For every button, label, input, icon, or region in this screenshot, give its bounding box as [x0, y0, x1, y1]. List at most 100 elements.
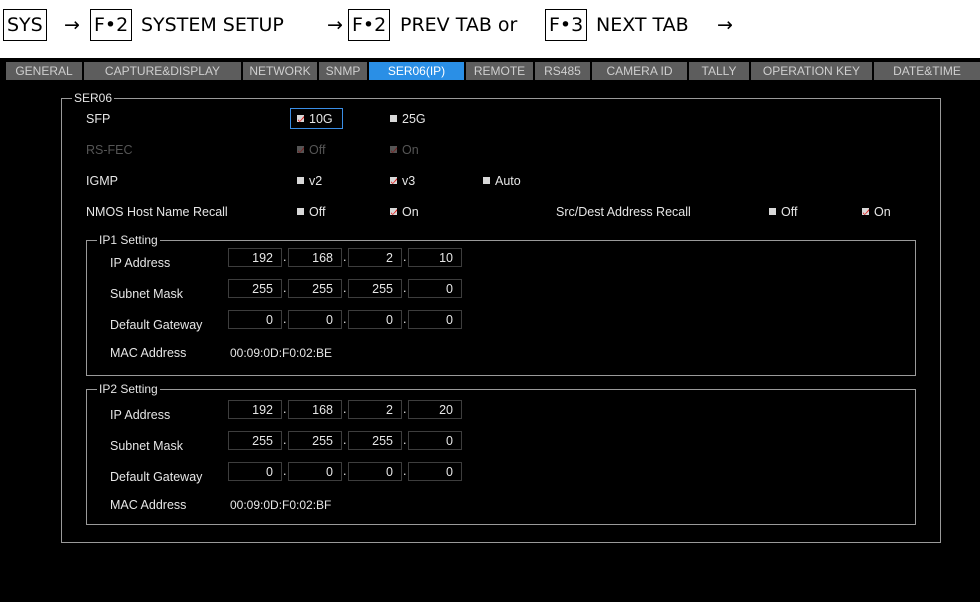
src-dest-address-recall-label: Src/Dest Address Recall — [556, 205, 691, 219]
unchecked-icon — [483, 177, 490, 184]
arrow-icon: → — [64, 14, 80, 36]
ip1-ip-octet-3[interactable]: 2 — [348, 248, 402, 267]
octet-dot: . — [283, 464, 287, 478]
prev-tab-label: PREV TAB or — [400, 14, 518, 36]
nmos-option-off[interactable]: Off — [297, 204, 325, 220]
ip1-gateway-octet-1[interactable]: 0 — [228, 310, 282, 329]
nmos-host-name-recall-label: NMOS Host Name Recall — [86, 205, 228, 219]
checked-icon — [297, 146, 304, 153]
srcdest-option-on[interactable]: On — [862, 204, 891, 220]
tab-network[interactable]: NETWORK — [243, 62, 317, 80]
ip1-subnet-octet-4[interactable]: 0 — [408, 279, 462, 298]
ip1-ip-octet-1[interactable]: 192 — [228, 248, 282, 267]
octet-dot: . — [403, 281, 407, 295]
ip2-subnet-octet-3[interactable]: 255 — [348, 431, 402, 450]
checked-icon — [390, 146, 397, 153]
ip2-setting-legend: IP2 Setting — [97, 382, 160, 396]
rs-fec-label: RS-FEC — [86, 143, 133, 157]
ip1-gateway-octet-4[interactable]: 0 — [408, 310, 462, 329]
ip2-subnet-mask-label: Subnet Mask — [110, 439, 183, 453]
checked-icon — [862, 208, 869, 215]
tab-remote[interactable]: REMOTE — [466, 62, 533, 80]
ip2-default-gateway-label: Default Gateway — [110, 470, 203, 484]
ip1-ip-octet-4[interactable]: 10 — [408, 248, 462, 267]
checked-icon — [297, 115, 304, 122]
octet-dot: . — [283, 433, 287, 447]
octet-dot: . — [403, 464, 407, 478]
ip2-ip-octet-1[interactable]: 192 — [228, 400, 282, 419]
octet-dot: . — [403, 312, 407, 326]
ip1-subnet-octet-2[interactable]: 255 — [288, 279, 342, 298]
tab-snmp[interactable]: SNMP — [319, 62, 367, 80]
unchecked-icon — [297, 208, 304, 215]
ip2-ip-octet-4[interactable]: 20 — [408, 400, 462, 419]
arrow-icon: → — [327, 14, 343, 36]
unchecked-icon — [297, 177, 304, 184]
tab-rs485[interactable]: RS485 — [535, 62, 590, 80]
octet-dot: . — [283, 281, 287, 295]
octet-dot: . — [283, 402, 287, 416]
ip1-mac-address-label: MAC Address — [110, 346, 187, 360]
octet-dot: . — [343, 250, 347, 264]
sfp-option-10g[interactable]: 10G — [297, 111, 333, 127]
rs-fec-option-on: On — [390, 142, 419, 158]
ip2-mac-address-label: MAC Address — [110, 498, 187, 512]
ip2-gateway-octet-2[interactable]: 0 — [288, 462, 342, 481]
tab-date-time[interactable]: DATE&TIME — [874, 62, 980, 80]
octet-dot: . — [343, 402, 347, 416]
ip1-ip-address-label: IP Address — [110, 256, 171, 270]
octet-dot: . — [403, 433, 407, 447]
next-tab-label: NEXT TAB — [596, 14, 689, 36]
ip2-subnet-octet-4[interactable]: 0 — [408, 431, 462, 450]
ip1-subnet-octet-1[interactable]: 255 — [228, 279, 282, 298]
octet-dot: . — [403, 402, 407, 416]
octet-dot: . — [343, 464, 347, 478]
ip1-subnet-octet-3[interactable]: 255 — [348, 279, 402, 298]
ip1-default-gateway-label: Default Gateway — [110, 318, 203, 332]
octet-dot: . — [343, 281, 347, 295]
ip2-gateway-octet-1[interactable]: 0 — [228, 462, 282, 481]
ip1-setting-legend: IP1 Setting — [97, 233, 160, 247]
ip1-gateway-octet-3[interactable]: 0 — [348, 310, 402, 329]
sys-key: SYS — [3, 9, 47, 41]
igmp-option-v3[interactable]: v3 — [390, 173, 415, 189]
ip1-setting-frame — [86, 240, 916, 376]
f2-key: F•2 — [90, 9, 133, 41]
arrow-icon: → — [717, 14, 733, 36]
device-screen: GENERAL CAPTURE&DISPLAY NETWORK SNMP SER… — [0, 58, 980, 602]
ip2-ip-octet-2[interactable]: 168 — [288, 400, 342, 419]
f3-key: F•3 — [545, 9, 588, 41]
f2-key: F•2 — [348, 9, 391, 41]
tab-general[interactable]: GENERAL — [6, 62, 82, 80]
ip1-gateway-octet-2[interactable]: 0 — [288, 310, 342, 329]
ip1-ip-octet-2[interactable]: 168 — [288, 248, 342, 267]
ip2-ip-octet-3[interactable]: 2 — [348, 400, 402, 419]
igmp-option-v2[interactable]: v2 — [297, 173, 322, 189]
octet-dot: . — [283, 250, 287, 264]
checked-icon — [390, 177, 397, 184]
sfp-label: SFP — [86, 112, 111, 126]
unchecked-icon — [769, 208, 776, 215]
tab-camera-id[interactable]: CAMERA ID — [592, 62, 687, 80]
tab-ser06-ip[interactable]: SER06(IP) — [369, 62, 464, 80]
sfp-option-25g[interactable]: 25G — [390, 111, 426, 127]
ser06-legend: SER06 — [72, 91, 115, 105]
rs-fec-option-off: Off — [297, 142, 325, 158]
ip2-setting-frame — [86, 389, 916, 525]
ip2-subnet-octet-2[interactable]: 255 — [288, 431, 342, 450]
igmp-label: IGMP — [86, 174, 118, 188]
tab-capture-display[interactable]: CAPTURE&DISPLAY — [84, 62, 241, 80]
ip2-gateway-octet-4[interactable]: 0 — [408, 462, 462, 481]
checked-icon — [390, 208, 397, 215]
ip1-mac-address-value: 00:09:0D:F0:02:BE — [230, 346, 333, 360]
ip2-gateway-octet-3[interactable]: 0 — [348, 462, 402, 481]
octet-dot: . — [343, 312, 347, 326]
tab-operation-key[interactable]: OPERATION KEY — [751, 62, 872, 80]
igmp-option-auto[interactable]: Auto — [483, 173, 521, 189]
octet-dot: . — [343, 433, 347, 447]
tab-tally[interactable]: TALLY — [689, 62, 749, 80]
nmos-option-on[interactable]: On — [390, 204, 419, 220]
ip2-subnet-octet-1[interactable]: 255 — [228, 431, 282, 450]
octet-dot: . — [283, 312, 287, 326]
srcdest-option-off[interactable]: Off — [769, 204, 797, 220]
